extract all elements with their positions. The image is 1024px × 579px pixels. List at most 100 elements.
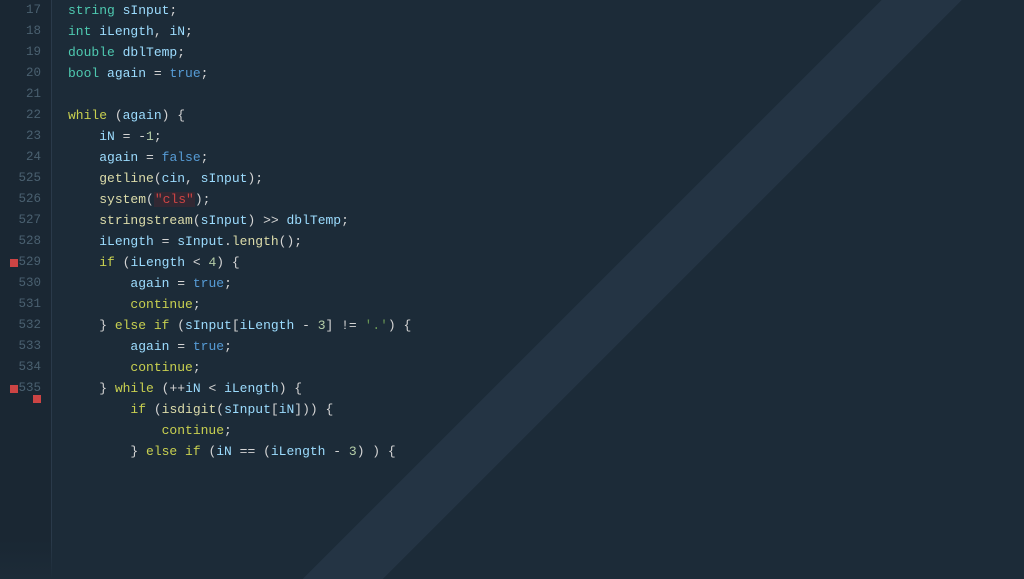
code-token: getline — [99, 171, 154, 186]
code-line: } else if (iN == (iLength - 3) ) { — [68, 441, 1024, 462]
code-token: iLength — [130, 255, 185, 270]
code-token — [68, 234, 99, 249]
code-token — [68, 360, 130, 375]
code-token: sInput — [201, 213, 248, 228]
code-token: iLength — [271, 444, 326, 459]
code-token: ; — [193, 360, 201, 375]
code-token: ] != — [326, 318, 365, 333]
code-token: again — [99, 150, 138, 165]
code-token: continue — [130, 297, 192, 312]
code-token: 3 — [318, 318, 326, 333]
code-token: = — [138, 150, 161, 165]
line-number: 23 — [26, 126, 41, 147]
code-token: } — [130, 444, 146, 459]
line-number: 533 — [18, 336, 41, 357]
code-token: ); — [195, 192, 211, 207]
code-token: true — [169, 66, 200, 81]
code-token: ])) { — [294, 402, 333, 417]
code-token: = — [169, 339, 192, 354]
line-numbers: 17181920 2122232452552652752852953053153… — [0, 0, 52, 579]
code-token: = — [169, 276, 192, 291]
code-token — [68, 402, 130, 417]
code-token — [68, 423, 162, 438]
code-token: ; — [185, 24, 193, 39]
code-token: true — [193, 276, 224, 291]
code-token: again — [107, 66, 146, 81]
code-token: stringstream — [99, 213, 193, 228]
code-token: sInput — [123, 3, 170, 18]
code-token: (++ — [154, 381, 185, 396]
code-token: "cls" — [154, 192, 195, 207]
line-number: 529 — [18, 252, 41, 273]
code-token: continue — [162, 423, 224, 438]
code-token: int — [68, 24, 99, 39]
line-number: 22 — [26, 105, 41, 126]
line-number: 530 — [18, 273, 41, 294]
code-token: ; — [224, 423, 232, 438]
code-token: . — [224, 234, 232, 249]
code-token: ( — [107, 108, 123, 123]
code-token — [68, 276, 130, 291]
code-token: if — [99, 255, 115, 270]
code-line: again = false; — [68, 147, 1024, 168]
code-token: [ — [232, 318, 240, 333]
code-token: isdigit — [162, 402, 217, 417]
editor-container: 17181920 2122232452552652752852953053153… — [0, 0, 1024, 579]
code-token: 3 — [349, 444, 357, 459]
code-token: 1 — [146, 129, 154, 144]
code-token: while — [68, 108, 107, 123]
code-token: bool — [68, 66, 107, 81]
code-token: true — [193, 339, 224, 354]
code-token: ) { — [279, 381, 302, 396]
code-token: ; — [224, 276, 232, 291]
code-token: = - — [115, 129, 146, 144]
line-number: 528 — [18, 231, 41, 252]
code-token: length — [232, 234, 279, 249]
code-line: while (again) { — [68, 105, 1024, 126]
code-token: iLength — [224, 381, 279, 396]
code-token — [68, 213, 99, 228]
code-line: again = true; — [68, 273, 1024, 294]
code-line: continue; — [68, 294, 1024, 315]
code-token — [68, 318, 99, 333]
code-token: again — [130, 276, 169, 291]
code-token: '.' — [365, 318, 388, 333]
code-token: - — [294, 318, 317, 333]
code-token: < — [185, 255, 208, 270]
line-number: 21 — [26, 84, 41, 105]
line-number: 534 — [18, 357, 41, 378]
code-token: sInput — [177, 234, 224, 249]
code-token: cin — [162, 171, 185, 186]
code-token: false — [162, 150, 201, 165]
code-token: ; — [201, 66, 209, 81]
code-line: if (isdigit(sInput[iN])) { — [68, 399, 1024, 420]
code-token: iN — [216, 444, 232, 459]
code-token: ; — [341, 213, 349, 228]
line-number: 18 — [26, 21, 41, 42]
code-token: ( — [146, 192, 154, 207]
code-line: double dblTemp; — [68, 42, 1024, 63]
line-number: 531 — [18, 294, 41, 315]
code-line: stringstream(sInput) >> dblTemp; — [68, 210, 1024, 231]
code-token: ; — [193, 297, 201, 312]
code-token: = — [146, 66, 169, 81]
code-token — [68, 381, 99, 396]
code-token: ) >> — [247, 213, 286, 228]
code-token: ); — [247, 171, 263, 186]
code-token — [68, 192, 99, 207]
code-line: if (iLength < 4) { — [68, 252, 1024, 273]
code-token: if — [130, 402, 146, 417]
code-line: continue; — [68, 420, 1024, 441]
code-line: int iLength, iN; — [68, 21, 1024, 42]
line-number: 19 — [26, 42, 41, 63]
code-token: iLength — [99, 234, 154, 249]
code-token: continue — [130, 360, 192, 375]
code-line: iN = -1; — [68, 126, 1024, 147]
code-token: sInput — [224, 402, 271, 417]
code-token: else if — [115, 318, 170, 333]
code-token: ( — [169, 318, 185, 333]
code-line: again = true; — [68, 336, 1024, 357]
code-line: string sInput; — [68, 0, 1024, 21]
code-token — [68, 171, 99, 186]
code-token: ) { — [162, 108, 185, 123]
